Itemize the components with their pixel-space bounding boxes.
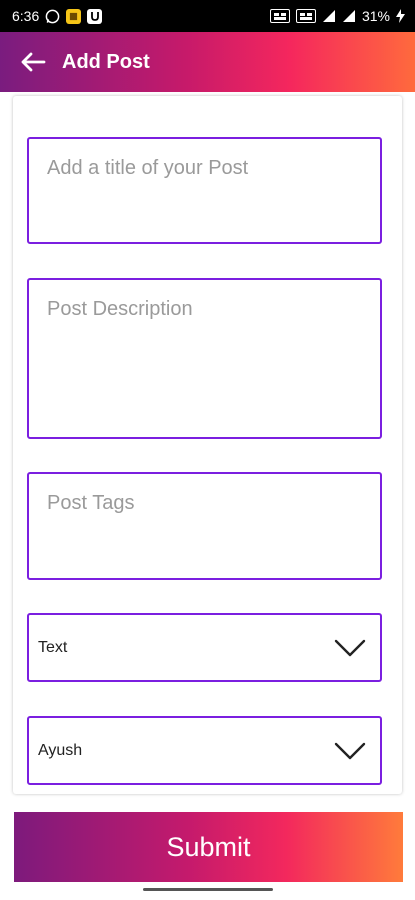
post-title-input[interactable]: Add a title of your Post xyxy=(27,137,382,244)
signal-icon xyxy=(322,9,336,23)
status-bar: 6:36 31% xyxy=(0,0,415,32)
post-description-placeholder: Post Description xyxy=(47,298,193,320)
app-u-icon xyxy=(87,8,103,24)
post-type-select[interactable]: Text xyxy=(27,613,382,682)
post-user-select[interactable]: Ayush xyxy=(27,716,382,785)
post-title-placeholder: Add a title of your Post xyxy=(47,157,249,179)
status-right: 31% xyxy=(269,8,405,24)
signal-icon xyxy=(342,9,356,23)
whatsapp-icon xyxy=(45,9,60,24)
arrow-back-icon[interactable] xyxy=(20,51,46,73)
submit-button[interactable]: Submit xyxy=(14,812,403,882)
page-title: Add Post xyxy=(62,50,150,73)
post-tags-placeholder: Post Tags xyxy=(47,492,135,514)
post-description-input[interactable]: Post Description xyxy=(27,278,382,439)
battery-percent: 31% xyxy=(361,8,390,24)
vo-lte-icon xyxy=(295,9,316,23)
charging-icon xyxy=(396,9,405,23)
app-bar: Add Post xyxy=(0,32,415,92)
home-indicator xyxy=(143,888,273,891)
post-tags-input[interactable]: Post Tags xyxy=(27,472,382,580)
status-time: 6:36 xyxy=(12,8,40,24)
status-left: 6:36 xyxy=(12,8,103,24)
vo-lte-icon xyxy=(269,9,290,23)
post-user-value: Ayush xyxy=(38,741,83,759)
chevron-down-icon xyxy=(334,741,366,761)
post-form-card: Add a title of your Post Post Descriptio… xyxy=(13,96,402,794)
post-type-value: Text xyxy=(38,638,68,656)
chevron-down-icon xyxy=(334,638,366,658)
notification-box-icon xyxy=(66,8,82,24)
